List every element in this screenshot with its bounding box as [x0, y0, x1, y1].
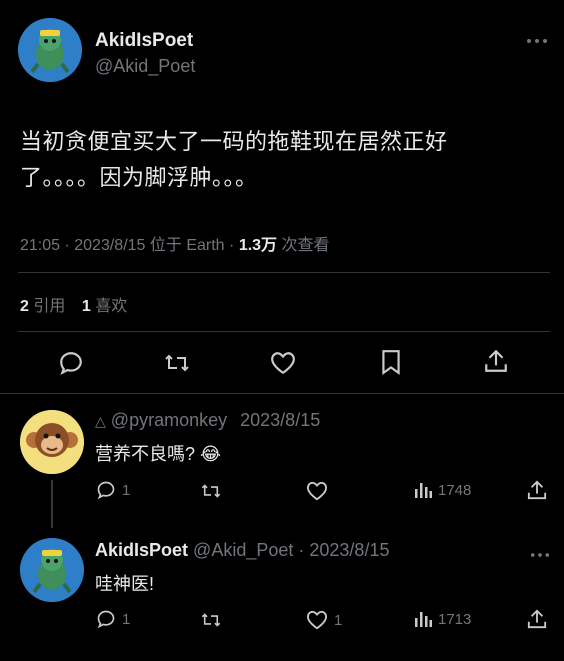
reply-avatar[interactable] — [20, 410, 84, 474]
more-horizontal-icon — [530, 551, 550, 559]
reply-header: AkidIsPoet @Akid_Poet · 2023/8/15 — [95, 540, 389, 561]
reply-header: △ @pyramonkey 2023/8/15 — [95, 410, 320, 431]
reply-like-button[interactable] — [306, 481, 328, 501]
reply-count: 1 — [122, 610, 131, 628]
more-options-button[interactable] — [530, 546, 550, 564]
tweet-meta: 21:05 · 2023/8/15 位于 Earth · 1.3万 次查看 — [20, 231, 330, 255]
reply-text: 哇神医! — [95, 574, 155, 594]
reply-share-button[interactable] — [527, 608, 547, 630]
reply-count: 1 — [122, 481, 131, 499]
author-handle[interactable]: @Akid_Poet — [95, 56, 195, 77]
tweet-stats: 2 引用 1 喜欢 — [20, 292, 127, 316]
reply-views-button[interactable]: 1713 — [414, 610, 471, 628]
bookmark-button[interactable] — [381, 349, 401, 375]
quotes-label: 引用 — [33, 298, 66, 315]
views-bar-chart-icon — [414, 481, 432, 499]
like-button[interactable] — [270, 351, 296, 375]
bookmark-icon — [381, 349, 401, 375]
more-options-button[interactable] — [526, 32, 548, 50]
tweet-timestamp[interactable]: 21:05 · 2023/8/15 位于 Earth · — [20, 237, 234, 254]
reply-author-handle[interactable]: @pyramonkey — [111, 410, 227, 430]
divider — [18, 272, 550, 273]
reply-retweet-button[interactable] — [200, 481, 222, 501]
author-name[interactable]: AkidIsPoet — [95, 30, 193, 52]
retweet-icon — [200, 481, 222, 501]
tweet-view-count: 1.3万 — [238, 237, 278, 254]
reply-avatar[interactable] — [20, 538, 84, 602]
share-icon — [527, 479, 547, 501]
reply-like-count: 1 — [334, 611, 343, 629]
reply-reply-button[interactable]: 1 — [96, 609, 130, 629]
likes-label: 喜欢 — [95, 298, 128, 315]
quotes-count: 2 — [20, 298, 29, 315]
private-account-icon: △ — [95, 413, 106, 429]
more-horizontal-icon — [526, 37, 548, 45]
reply-retweet-button[interactable] — [200, 610, 222, 630]
divider — [18, 331, 550, 332]
reply-date[interactable]: 2023/8/15 — [240, 410, 320, 430]
reply-view-count: 1748 — [438, 481, 472, 499]
reply-view-count: 1713 — [438, 610, 472, 628]
reply-text: 营养不良嗎? 😂 — [95, 444, 222, 464]
views-bar-chart-icon — [414, 610, 432, 628]
share-icon — [484, 348, 508, 374]
likes-stat[interactable]: 1 喜欢 — [82, 298, 127, 315]
likes-count: 1 — [81, 298, 91, 315]
tweet-detail-view: AkidIsPoet @Akid_Poet 当初贪便宜买大了一码的拖鞋现在居然正… — [0, 0, 564, 661]
reply-button[interactable] — [58, 350, 84, 376]
author-avatar[interactable] — [18, 18, 82, 82]
heart-icon — [306, 481, 328, 501]
tweet-text-line1: 当初贪便宜买大了一码的拖鞋现在居然正好 — [20, 129, 448, 154]
quotes-stat[interactable]: 2 引用 — [20, 298, 70, 315]
reply-date[interactable]: · 2023/8/15 — [298, 540, 389, 560]
reply-author-handle[interactable]: @Akid_Poet — [193, 540, 293, 560]
tweet-text-line2: 了。。。。因为脚浮肿。。。 — [20, 165, 258, 190]
reply-like-button[interactable]: 1 — [306, 610, 342, 630]
reply-author-name[interactable]: AkidIsPoet — [95, 540, 188, 560]
reply-share-button[interactable] — [527, 479, 547, 501]
divider — [0, 393, 564, 394]
heart-icon — [270, 351, 296, 375]
reply-views-button[interactable]: 1748 — [414, 481, 471, 499]
reply-icon — [58, 350, 84, 376]
share-icon — [527, 608, 547, 630]
reply-icon — [96, 480, 116, 500]
reply-reply-button[interactable]: 1 — [96, 480, 130, 500]
retweet-icon — [163, 350, 191, 376]
retweet-icon — [200, 610, 222, 630]
thread-connector-line — [51, 480, 53, 528]
heart-icon — [306, 610, 328, 630]
retweet-button[interactable] — [163, 350, 191, 376]
share-button[interactable] — [484, 348, 508, 374]
tweet-view-label: 次查看 — [281, 237, 330, 254]
reply-icon — [96, 609, 116, 629]
